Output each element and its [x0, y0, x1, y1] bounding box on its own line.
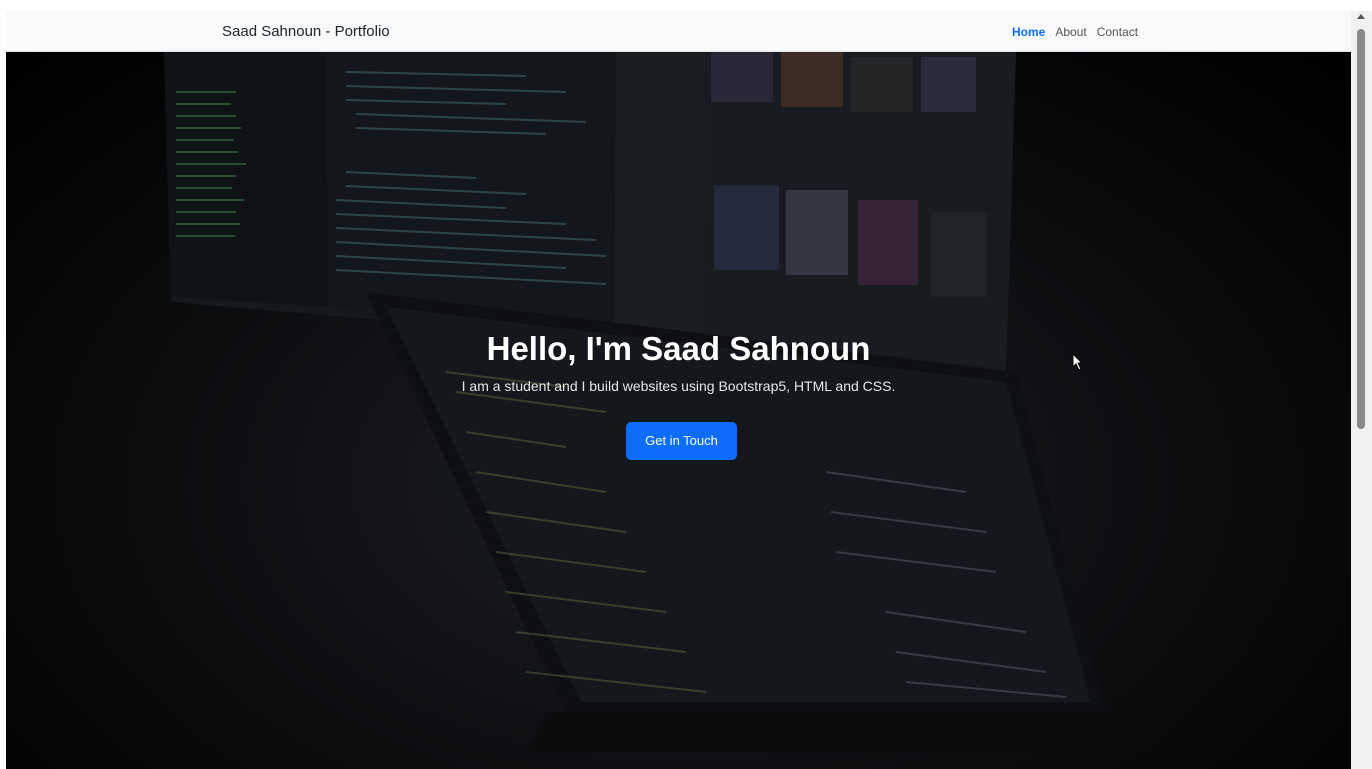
hero-subtitle: I am a student and I build websites usin… — [461, 378, 896, 394]
navbar: Saad Sahnoun - Portfolio Home About Cont… — [6, 11, 1351, 52]
navbar-brand[interactable]: Saad Sahnoun - Portfolio — [222, 22, 390, 42]
nav-link-home[interactable]: Home — [1012, 24, 1045, 40]
nav-link-about[interactable]: About — [1055, 24, 1086, 40]
nav-links: Home About Contact — [1012, 24, 1138, 40]
hero-title: Hello, I'm Saad Sahnoun — [486, 330, 871, 367]
nav-link-contact[interactable]: Contact — [1097, 24, 1138, 40]
get-in-touch-button[interactable]: Get in Touch — [626, 422, 737, 460]
page-scrollbar[interactable] — [1351, 11, 1372, 769]
browser-viewport: Saad Sahnoun - Portfolio Home About Cont… — [6, 11, 1351, 769]
hero-section: Hello, I'm Saad Sahnoun I am a student a… — [6, 52, 1351, 769]
hero-background-image — [164, 52, 1146, 752]
mouse-pointer-icon — [1072, 353, 1084, 371]
scrollbar-thumb[interactable] — [1357, 29, 1365, 429]
scroll-up-arrow-icon[interactable] — [1357, 14, 1365, 19]
